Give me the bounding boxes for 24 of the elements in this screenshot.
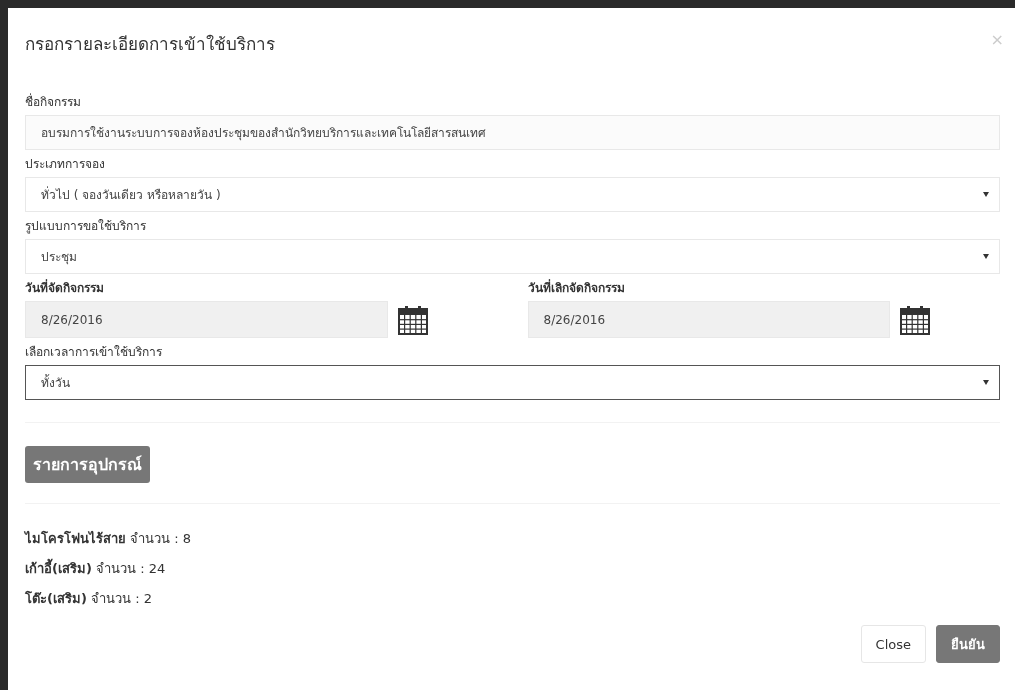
- equipment-item: ไมโครโฟนไร้สาย จำนวน : 8: [25, 530, 193, 548]
- caret-icon: [983, 380, 989, 385]
- field-label: รูปแบบการขอใช้บริการ: [25, 218, 147, 235]
- date-field[interactable]: 8/26/2016: [527, 301, 890, 338]
- calendar-icon[interactable]: [900, 304, 930, 335]
- caret-icon: [983, 254, 989, 259]
- field-label: เลือกเวลาการเข้าใช้บริการ: [25, 344, 163, 361]
- close-button[interactable]: Close: [860, 625, 926, 663]
- section-heading: รายการอุปกรณ์: [25, 446, 150, 483]
- select-field[interactable]: ประชุม: [25, 239, 1000, 274]
- calendar-icon[interactable]: [397, 304, 428, 335]
- caret-icon: [983, 192, 989, 197]
- field-label: วันที่จัดกิจกรรม: [25, 278, 105, 297]
- input-field[interactable]: อบรมการใช้งานระบบการจองห้องประชุมของสำนักวิทยบริการและเทคโนโลยีสารสนเทศ: [25, 115, 1000, 150]
- date-field[interactable]: 8/26/2016: [25, 301, 388, 338]
- field-label: วันที่เลิกจัดกิจกรรม: [527, 278, 626, 297]
- field-label: ชื่อกิจกรรม: [25, 92, 82, 111]
- equipment-item: เก้าอี้(เสริม) จำนวน : 24: [25, 558, 1000, 579]
- equipment-item: โต๊ะ(เสริม) จำนวน : 2: [25, 590, 153, 608]
- select-field[interactable]: ทั้งวัน: [25, 365, 1000, 400]
- confirm-button[interactable]: ยืนยัน: [936, 625, 1000, 663]
- modal-title: กรอกรายละเอียดการเข้าใช้บริการ: [25, 33, 275, 56]
- field-label: ประเภทการจอง: [25, 156, 106, 173]
- select-field[interactable]: ทั่วไป ( จองวันเดียว หรือหลายวัน ): [25, 177, 1000, 212]
